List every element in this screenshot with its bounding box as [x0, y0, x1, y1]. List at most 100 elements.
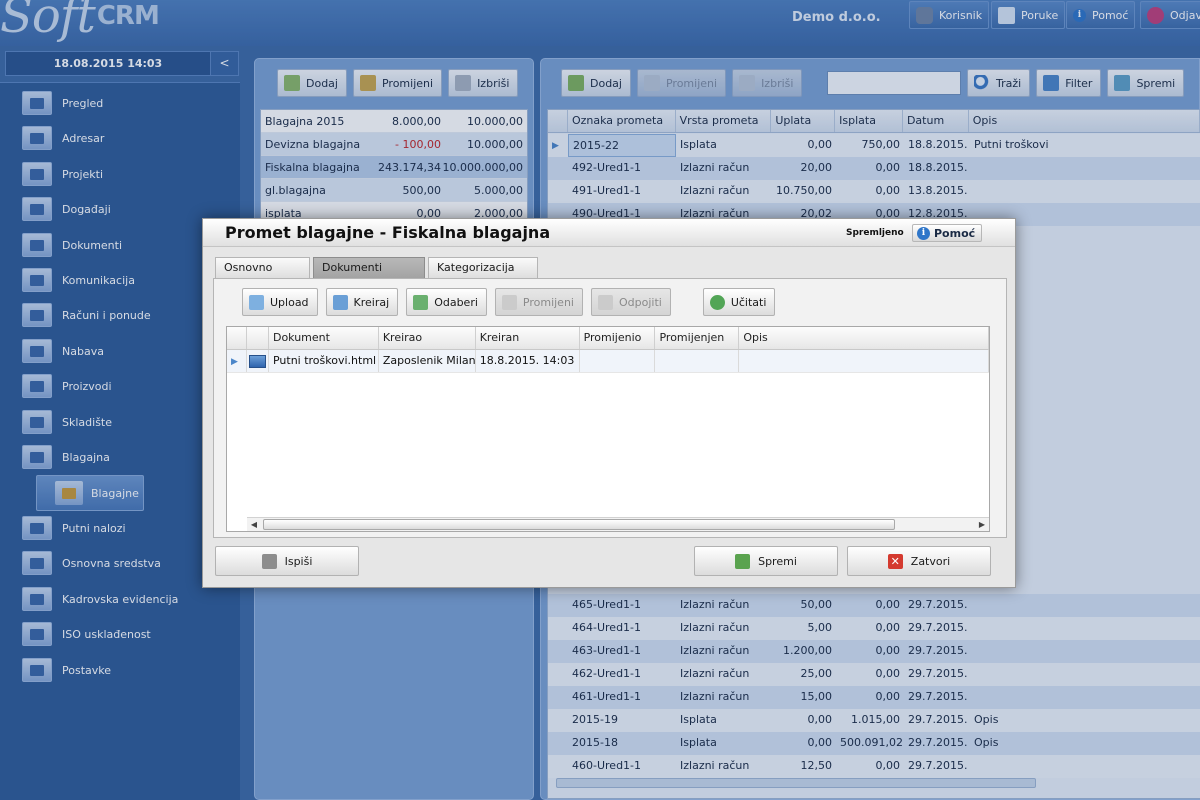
documents-icon: [22, 233, 52, 257]
dialog-help-button[interactable]: i Pomoć: [912, 224, 983, 242]
tab-dokumenti[interactable]: Dokumenti: [313, 257, 425, 278]
row-selector-icon: ▶: [231, 357, 238, 367]
close-button[interactable]: ✕ Zatvori: [847, 546, 991, 576]
table-row[interactable]: ▶ Putni troškovi.html Zaposlenik Milan 1…: [227, 350, 990, 373]
upload-button[interactable]: Upload: [242, 288, 318, 316]
tab-kategorizacija[interactable]: Kategorizacija: [428, 257, 538, 278]
table-row[interactable]: 463-Ured1-1 Izlazni račun 1.200,00 0,00 29.7…: [548, 640, 1200, 663]
hr-icon: [22, 587, 52, 611]
date-bar: 18.08.2015 14:03 <: [5, 51, 239, 76]
table-row[interactable]: 491-Ured1-1 Izlazni račun 10.750,00 0,00 13.…: [548, 180, 1200, 203]
collapse-sidebar-button[interactable]: <: [210, 52, 238, 75]
sidebar-item-racuni[interactable]: Računi i ponude: [22, 301, 151, 329]
list-item[interactable]: Fiskalna blagajna 243.174,34 10.000.000,00: [261, 156, 527, 179]
sidebar-item-dogadaji[interactable]: Događaji: [22, 195, 111, 223]
search-input[interactable]: [827, 71, 961, 95]
row-selector-icon: ▶: [552, 141, 559, 151]
add-transaction-button[interactable]: Dodaj: [561, 69, 631, 97]
sidebar-item-postavke[interactable]: Postavke: [22, 656, 111, 684]
print-button[interactable]: Ispiši: [215, 546, 359, 576]
projects-icon: [22, 162, 52, 186]
top-nav-label: Pomoć: [1092, 8, 1129, 22]
current-datetime: 18.08.2015 14:03: [53, 57, 163, 70]
sidebar-item-dokumenti[interactable]: Dokumenti: [22, 231, 122, 259]
edit-register-button[interactable]: Promijeni: [352, 69, 443, 97]
sidebar-item-kadrovska[interactable]: Kadrovska evidencija: [22, 585, 178, 613]
table-row[interactable]: 462-Ured1-1 Izlazni račun 25,00 0,00 29.7.20…: [548, 663, 1200, 686]
scrollbar-thumb[interactable]: [263, 519, 895, 530]
delete-icon: [739, 75, 756, 91]
table-header: Oznaka prometa Vrsta prometa Uplata Ispl…: [548, 110, 1200, 133]
printer-icon: [261, 553, 277, 569]
sidebar-item-nabava[interactable]: Nabava: [22, 337, 104, 365]
sidebar-item-komunikacija[interactable]: Komunikacija: [22, 266, 135, 294]
user-icon: [916, 6, 933, 24]
table-row[interactable]: 2015-19 Isplata 0,00 1.015,00 29.7.2015. Opis: [548, 709, 1200, 732]
sidebar-item-skladiste[interactable]: Skladište: [22, 408, 112, 436]
documents-table: Dokument Kreirao Kreiran Promijenio Prom…: [226, 326, 990, 532]
edit-icon: [643, 75, 660, 91]
create-document-icon: [332, 294, 348, 310]
table-row[interactable]: 461-Ured1-1 Izlazni račun 15,00 0,00 29.7.20…: [548, 686, 1200, 709]
table-row[interactable]: 465-Ured1-1 Izlazni račun 50,00 0,00 29.7.20…: [548, 594, 1200, 617]
top-nav-help[interactable]: i Pomoć: [1066, 1, 1136, 29]
sidebar-item-projekti[interactable]: Projekti: [22, 160, 103, 188]
table-row[interactable]: 464-Ured1-1 Izlazni račun 5,00 0,00 29.7.201…: [548, 617, 1200, 640]
sidebar-item-proizvodi[interactable]: Proizvodi: [22, 372, 112, 400]
company-name: Demo d.o.o.: [792, 10, 881, 25]
dialog-title-bar: Promet blagajne - Fiskalna blagajna Spre…: [203, 219, 1015, 247]
sidebar-item-pregled[interactable]: Pregled: [22, 89, 103, 117]
address-book-icon: [22, 126, 52, 150]
html-file-icon: [248, 354, 266, 368]
scroll-left-icon[interactable]: ◀: [247, 518, 261, 531]
assets-icon: [22, 551, 52, 575]
close-icon: ✕: [887, 553, 903, 569]
app-logo: SoftCRM: [0, 0, 160, 44]
edit-document-button[interactable]: Promijeni: [494, 288, 583, 316]
table-row[interactable]: 492-Ured1-1 Izlazni račun 20,00 0,00 18.8.20…: [548, 157, 1200, 180]
save-view-button[interactable]: Spremi: [1107, 69, 1185, 97]
sidebar-item-iso[interactable]: ISO usklađenost: [22, 620, 151, 648]
save-button[interactable]: Spremi: [694, 546, 838, 576]
upload-icon: [249, 294, 264, 310]
table-row[interactable]: 460-Ured1-1 Izlazni račun 12,50 0,00 29.7.20…: [548, 755, 1200, 778]
sidebar-item-adresar[interactable]: Adresar: [22, 124, 104, 152]
choose-document-button[interactable]: Odaberi: [406, 288, 487, 316]
documents-horizontal-scrollbar[interactable]: ◀ ▶: [247, 517, 989, 531]
list-item[interactable]: Blagajna 2015 8.000,00 10.000,00: [261, 110, 527, 133]
list-item[interactable]: Devizna blagajna - 100,00 10.000,00: [261, 133, 527, 156]
load-documents-button[interactable]: Učitati: [702, 288, 776, 316]
edit-icon: [501, 294, 517, 310]
sidebar-subitem-blagajne[interactable]: Blagajne: [36, 475, 144, 511]
sidebar-item-osnovna-sredstva[interactable]: Osnovna sredstva: [22, 549, 161, 577]
scroll-right-icon[interactable]: ▶: [975, 518, 989, 531]
create-document-button[interactable]: Kreiraj: [325, 288, 399, 316]
detach-document-button[interactable]: Odpojiti: [590, 288, 671, 316]
table-horizontal-scrollbar[interactable]: [556, 778, 1036, 788]
travel-order-icon: [22, 516, 52, 540]
warehouse-icon: [22, 410, 52, 434]
table-row[interactable]: 2015-18 Isplata 0,00 500.091,02 29.7.2015. Op…: [548, 732, 1200, 755]
invoice-icon: [22, 303, 52, 327]
add-register-button[interactable]: Dodaj: [277, 69, 347, 97]
search-button[interactable]: Traži: [967, 69, 1031, 97]
refresh-icon: [709, 294, 725, 310]
filter-button[interactable]: Filter: [1036, 69, 1102, 97]
delete-transaction-button[interactable]: Izbriši: [732, 69, 803, 97]
top-nav-label: Poruke: [1021, 8, 1059, 22]
top-nav-messages[interactable]: Poruke: [991, 1, 1066, 29]
list-item[interactable]: gl.blagajna 500,00 5.000,00: [261, 179, 527, 202]
table-row[interactable]: ▶ 2015-22 Isplata 0,00 750,00 18.8.2015.…: [548, 134, 1200, 157]
add-icon: [568, 75, 584, 91]
delete-icon: [455, 75, 472, 91]
tab-osnovno[interactable]: Osnovno: [215, 257, 310, 278]
sidebar-item-putni-nalozi[interactable]: Putni nalozi: [22, 514, 126, 542]
sidebar-item-blagajna[interactable]: Blagajna: [22, 443, 110, 471]
top-nav-user[interactable]: Korisnik: [909, 1, 990, 29]
cash-register-icon: [22, 445, 52, 469]
top-nav-logout[interactable]: Odjava: [1140, 1, 1200, 29]
delete-register-button[interactable]: Izbriši: [448, 69, 519, 97]
products-icon: [22, 374, 52, 398]
dialog-tabs: Osnovno Dokumenti Kategorizacija: [215, 257, 538, 278]
edit-transaction-button[interactable]: Promijeni: [636, 69, 727, 97]
